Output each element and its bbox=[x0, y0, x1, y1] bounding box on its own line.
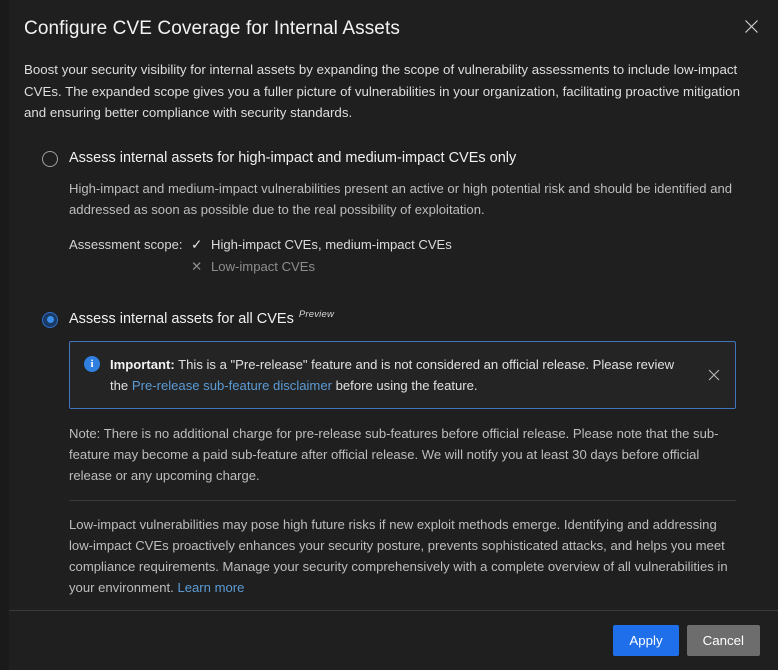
radio-all-cves[interactable] bbox=[42, 312, 58, 328]
section-divider bbox=[69, 500, 736, 501]
intro-paragraph: Boost your security visibility for inter… bbox=[24, 59, 752, 124]
option-high-medium-only-description: High-impact and medium-impact vulnerabil… bbox=[69, 178, 754, 220]
pre-release-disclaimer-link[interactable]: Pre-release sub-feature disclaimer bbox=[132, 378, 332, 393]
banner-strong-label: Important: bbox=[110, 357, 175, 372]
option-high-medium-only-header: Assess internal assets for high-impact a… bbox=[69, 148, 754, 168]
important-info-banner: i Important: This is a "Pre-release" fea… bbox=[69, 341, 736, 409]
dialog-footer: Apply Cancel bbox=[0, 610, 778, 670]
cancel-button[interactable]: Cancel bbox=[687, 625, 760, 656]
scope-label: Assessment scope: bbox=[69, 234, 191, 256]
apply-button[interactable]: Apply bbox=[613, 625, 678, 656]
option-all-cves-label: Assess internal assets for all CVEs bbox=[69, 311, 294, 327]
option-all-cves[interactable]: Assess internal assets for all CVEs Previ… bbox=[24, 309, 754, 611]
scope-item-text: Low-impact CVEs bbox=[211, 256, 315, 278]
option-high-medium-only-label: Assess internal assets for high-impact a… bbox=[69, 150, 516, 166]
scope-row: Assessment scope: ✓ High-impact CVEs, me… bbox=[69, 234, 754, 256]
pre-release-note: Note: There is no additional charge for … bbox=[69, 423, 736, 486]
page-title: Configure CVE Coverage for Internal Asse… bbox=[24, 16, 754, 42]
check-icon: ✓ bbox=[191, 234, 211, 256]
configure-cve-coverage-dialog: Configure CVE Coverage for Internal Asse… bbox=[0, 0, 778, 670]
banner-message: Important: This is a "Pre-release" featu… bbox=[110, 354, 691, 396]
dialog-body: Boost your security visibility for inter… bbox=[0, 42, 778, 610]
cross-icon: ✕ bbox=[191, 256, 211, 278]
option-high-medium-only[interactable]: Assess internal assets for high-impact a… bbox=[24, 148, 754, 278]
preview-badge: Preview bbox=[299, 309, 334, 320]
scope-item-text: High-impact CVEs, medium-impact CVEs bbox=[211, 234, 452, 256]
banner-close-icon[interactable] bbox=[701, 362, 727, 388]
dialog-header: Configure CVE Coverage for Internal Asse… bbox=[0, 0, 778, 42]
option-all-cves-header: Assess internal assets for all CVEs Previ… bbox=[69, 309, 754, 329]
low-impact-text: Low-impact vulnerabilities may pose high… bbox=[69, 517, 728, 595]
low-impact-paragraph: Low-impact vulnerabilities may pose high… bbox=[69, 514, 736, 598]
scope-block-high-medium-only: Assessment scope: ✓ High-impact CVEs, me… bbox=[69, 234, 754, 278]
close-icon[interactable] bbox=[734, 9, 768, 43]
scope-row: ✕ Low-impact CVEs bbox=[69, 256, 754, 278]
radio-high-medium-only[interactable] bbox=[42, 151, 58, 167]
info-icon: i bbox=[84, 356, 100, 372]
learn-more-link[interactable]: Learn more bbox=[177, 580, 244, 595]
banner-text-after-link: before using the feature. bbox=[332, 378, 478, 393]
